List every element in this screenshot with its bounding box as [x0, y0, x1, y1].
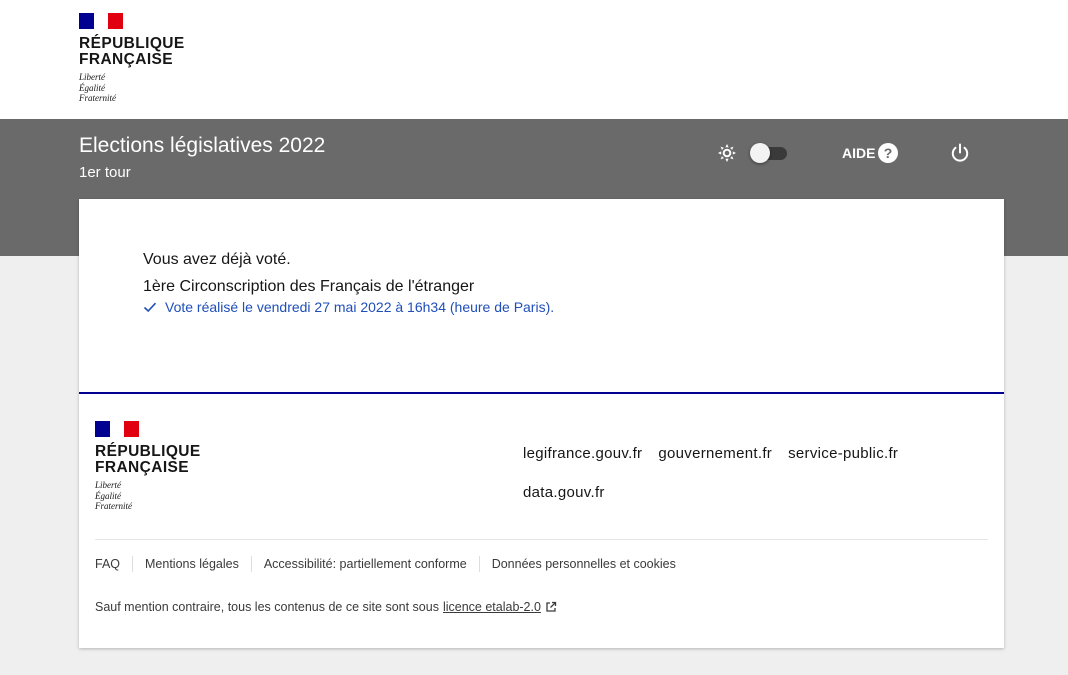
link-legifrance[interactable]: legifrance.gouv.fr — [523, 445, 642, 462]
vote-confirmation: Vote réalisé le vendredi 27 mai 2022 à 1… — [143, 299, 554, 315]
license-notice: Sauf mention contraire, tous les contenu… — [95, 600, 557, 614]
main-card: Vous avez déjà voté. 1ère Circonscriptio… — [79, 199, 1004, 648]
theme-toggle[interactable] — [750, 143, 787, 163]
link-service-public[interactable]: service-public.fr — [788, 445, 898, 462]
motto-liberte: Liberté — [95, 480, 121, 490]
motto-liberte: Liberté — [79, 72, 105, 82]
site-header: RÉPUBLIQUE FRANÇAISE Liberté Égalité Fra… — [0, 0, 1068, 119]
footer-nav-mentions-legales[interactable]: Mentions légales — [132, 556, 251, 572]
sun-icon — [718, 144, 736, 162]
link-data-gouv[interactable]: data.gouv.fr — [523, 484, 605, 501]
footer-nav-accessibilite[interactable]: Accessibilité: partiellement conforme — [250, 556, 479, 572]
logo-line-2: FRANÇAISE — [95, 459, 190, 476]
motto-egalite: Égalité — [79, 82, 105, 93]
check-icon — [143, 302, 157, 313]
license-text: Sauf mention contraire, tous les contenu… — [95, 600, 439, 614]
footer-republique-francaise-logo[interactable]: RÉPUBLIQUE FRANÇAISE Liberté Égalité Fra… — [95, 421, 201, 512]
footer-nav-faq[interactable]: FAQ — [95, 556, 132, 572]
logo-line-2: FRANÇAISE — [79, 51, 174, 68]
footer-nav-donnees-personnelles[interactable]: Données personnelles et cookies — [478, 556, 688, 572]
republique-francaise-logo[interactable]: RÉPUBLIQUE FRANÇAISE Liberté Égalité Fra… — [79, 13, 185, 104]
footer-links: legifrance.gouv.fr gouvernement.fr servi… — [523, 445, 898, 501]
marianne-flag-icon — [79, 13, 123, 29]
motto-fraternite: Fraternité — [79, 93, 116, 103]
page-title: Elections législatives 2022 — [79, 134, 326, 157]
marianne-flag-icon — [95, 421, 139, 437]
page-subtitle: 1er tour — [79, 164, 131, 181]
svg-text:?: ? — [884, 145, 893, 161]
footer-top-border — [79, 392, 1004, 394]
vote-time-text: Vote réalisé le vendredi 27 mai 2022 à 1… — [165, 299, 555, 315]
question-circle-icon[interactable]: ? — [878, 143, 898, 163]
help-label[interactable]: AIDE — [842, 144, 875, 162]
motto-fraternite: Fraternité — [95, 501, 132, 511]
moon-icon — [805, 145, 813, 161]
toggle-knob — [750, 143, 770, 163]
already-voted-message: Vous avez déjà voté. — [143, 251, 291, 268]
footer-divider — [95, 539, 988, 540]
license-link[interactable]: licence etalab-2.0 — [443, 600, 541, 614]
footer-bottom-nav: FAQ Mentions légales Accessibilité: part… — [95, 556, 688, 572]
link-gouvernement[interactable]: gouvernement.fr — [658, 445, 772, 462]
logo-line-1: RÉPUBLIQUE — [79, 35, 185, 52]
constituency-name: 1ère Circonscription des Français de l'é… — [143, 278, 475, 295]
external-link-icon[interactable] — [545, 601, 557, 613]
motto-egalite: Égalité — [95, 490, 121, 501]
power-icon[interactable] — [949, 142, 971, 164]
logo-line-1: RÉPUBLIQUE — [95, 443, 201, 460]
